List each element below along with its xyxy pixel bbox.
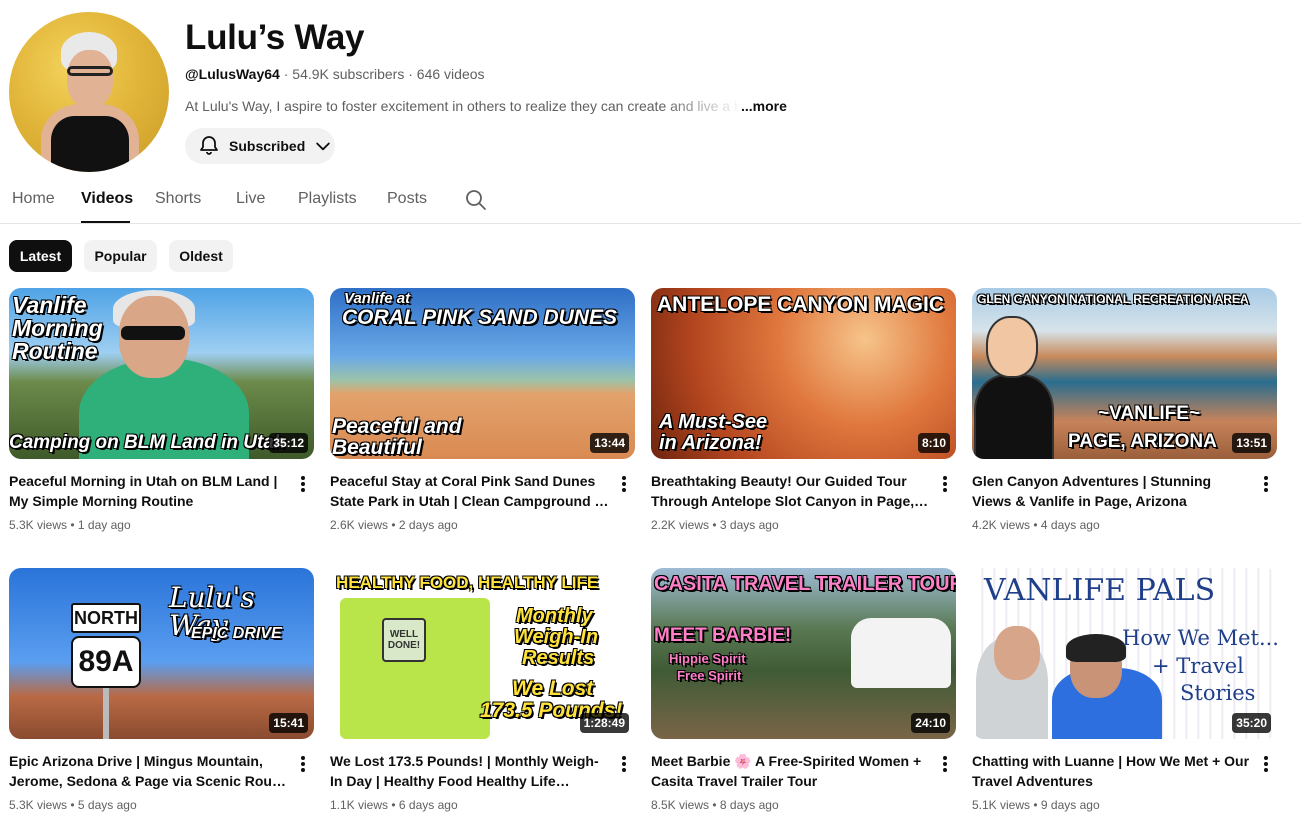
video-title[interactable]: We Lost 173.5 Pounds! | Monthly Weigh-In… (330, 751, 610, 791)
video-card[interactable]: Lulu's Way EPIC DRIVE NORTH 89A 15:41 Ep… (9, 568, 314, 812)
tab-live[interactable]: Live (236, 190, 265, 208)
video-duration: 15:41 (269, 713, 308, 733)
video-duration: 13:51 (1232, 433, 1271, 453)
tab-home[interactable]: Home (12, 190, 55, 208)
video-card[interactable]: Vanlife at CORAL PINK SAND DUNES Peacefu… (330, 288, 635, 532)
video-stats: 2.2K views • 3 days ago (651, 518, 779, 532)
video-stats: 1.1K views • 6 days ago (330, 798, 458, 812)
video-count: 646 videos (416, 66, 485, 82)
tab-shorts[interactable]: Shorts (155, 190, 201, 208)
video-duration: 35:20 (1232, 713, 1271, 733)
video-card[interactable]: ANTELOPE CANYON MAGIC A Must-See in Ariz… (651, 288, 956, 532)
tab-videos[interactable]: Videos (81, 190, 133, 208)
video-thumbnail[interactable]: Vanlife at CORAL PINK SAND DUNES Peacefu… (330, 288, 635, 459)
video-thumbnail[interactable]: WELL DONE! HEALTHY FOOD, HEALTHY LIFE Mo… (330, 568, 635, 739)
video-card[interactable]: CASITA TRAVEL TRAILER TOUR MEET BARBIE! … (651, 568, 956, 812)
video-card[interactable]: Vanlife Morning Routine Camping on BLM L… (9, 288, 314, 532)
video-title[interactable]: Glen Canyon Adventures | Stunning Views … (972, 471, 1252, 511)
more-actions-icon[interactable] (616, 754, 632, 774)
video-thumbnail[interactable]: VANLIFE PALS How We Met... + Travel Stor… (972, 568, 1277, 739)
video-duration: 1:28:49 (579, 713, 629, 733)
video-card[interactable]: VANLIFE PALS How We Met... + Travel Stor… (972, 568, 1277, 812)
video-title[interactable]: Epic Arizona Drive | Mingus Mountain, Je… (9, 751, 289, 791)
video-title[interactable]: Chatting with Luanne | How We Met + Our … (972, 751, 1252, 791)
channel-description[interactable]: At Lulu's Way, I aspire to foster excite… (185, 98, 789, 114)
video-stats: 4.2K views • 4 days ago (972, 518, 1100, 532)
video-stats: 2.6K views • 2 days ago (330, 518, 458, 532)
more-actions-icon[interactable] (616, 474, 632, 494)
active-tab-indicator (81, 221, 130, 223)
video-duration: 35:12 (269, 433, 308, 453)
bell-icon (200, 136, 218, 155)
channel-avatar[interactable] (9, 12, 169, 172)
video-stats: 5.1K views • 9 days ago (972, 798, 1100, 812)
search-icon[interactable] (464, 188, 488, 212)
channel-handle: @LulusWay64 (185, 66, 280, 82)
video-card[interactable]: WELL DONE! HEALTHY FOOD, HEALTHY LIFE Mo… (330, 568, 635, 812)
description-text: At Lulu's Way, I aspire to foster excite… (185, 98, 741, 114)
more-actions-icon[interactable] (295, 754, 311, 774)
video-thumbnail[interactable]: ANTELOPE CANYON MAGIC A Must-See in Ariz… (651, 288, 956, 459)
channel-meta: @LulusWay64 · 54.9K subscribers · 646 vi… (185, 66, 485, 82)
video-thumbnail[interactable]: Lulu's Way EPIC DRIVE NORTH 89A 15:41 (9, 568, 314, 739)
video-thumbnail[interactable]: Vanlife Morning Routine Camping on BLM L… (9, 288, 314, 459)
chip-popular[interactable]: Popular (84, 240, 157, 272)
chip-oldest[interactable]: Oldest (169, 240, 233, 272)
more-actions-icon[interactable] (1258, 474, 1274, 494)
channel-title: Lulu’s Way (185, 18, 365, 57)
chevron-down-icon (316, 142, 330, 151)
video-duration: 24:10 (911, 713, 950, 733)
video-title[interactable]: Meet Barbie 🌸 A Free-Spirited Women + Ca… (651, 751, 931, 791)
video-title[interactable]: Peaceful Morning in Utah on BLM Land | M… (9, 471, 289, 511)
description-more-link[interactable]: ...more (741, 98, 787, 114)
subscriber-count: 54.9K subscribers (292, 66, 405, 82)
channel-tabs: Home Videos Shorts Live Playlists Posts (0, 178, 1301, 224)
video-duration: 8:10 (917, 433, 950, 453)
video-duration: 13:44 (590, 433, 629, 453)
tab-posts[interactable]: Posts (387, 190, 427, 208)
video-stats: 5.3K views • 1 day ago (9, 518, 131, 532)
video-title[interactable]: Peaceful Stay at Coral Pink Sand Dunes S… (330, 471, 610, 511)
chip-latest[interactable]: Latest (9, 240, 72, 272)
video-card[interactable]: GLEN CANYON NATIONAL RECREATION AREA ~VA… (972, 288, 1277, 532)
video-title[interactable]: Breathtaking Beauty! Our Guided Tour Thr… (651, 471, 931, 511)
more-actions-icon[interactable] (295, 474, 311, 494)
more-actions-icon[interactable] (937, 754, 953, 774)
video-thumbnail[interactable]: CASITA TRAVEL TRAILER TOUR MEET BARBIE! … (651, 568, 956, 739)
more-actions-icon[interactable] (937, 474, 953, 494)
video-thumbnail[interactable]: GLEN CANYON NATIONAL RECREATION AREA ~VA… (972, 288, 1277, 459)
subscribed-label: Subscribed (229, 138, 306, 154)
subscribed-button[interactable]: Subscribed (185, 128, 335, 164)
video-stats: 8.5K views • 8 days ago (651, 798, 779, 812)
more-actions-icon[interactable] (1258, 754, 1274, 774)
video-stats: 5.3K views • 5 days ago (9, 798, 137, 812)
tab-playlists[interactable]: Playlists (298, 190, 357, 208)
